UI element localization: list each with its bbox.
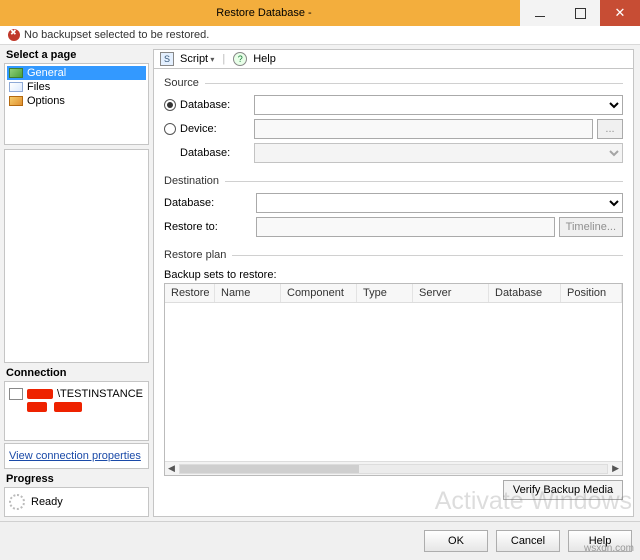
- page-item-label: General: [27, 67, 66, 79]
- source-device-radio[interactable]: [164, 123, 176, 135]
- progress-row: Ready: [4, 487, 149, 517]
- dest-db-label: Database:: [164, 197, 256, 209]
- page-item-files[interactable]: Files: [7, 80, 146, 94]
- col-server[interactable]: Server: [413, 284, 489, 302]
- page-item-options[interactable]: Options: [7, 94, 146, 108]
- cancel-button[interactable]: Cancel: [496, 530, 560, 552]
- source-database-combo[interactable]: [254, 95, 623, 115]
- backup-sets-grid[interactable]: Restore Name Component Type Server Datab…: [164, 283, 623, 476]
- main-area: Select a page General Files Options Conn…: [0, 45, 640, 521]
- warning-text: No backupset selected to be restored.: [24, 29, 209, 41]
- right-column: S Script | ? Help Source Database: Devic…: [153, 45, 640, 521]
- col-name[interactable]: Name: [215, 284, 281, 302]
- restore-to-label: Restore to:: [164, 221, 256, 233]
- help-icon: ?: [233, 52, 247, 66]
- dialog-footer: OK Cancel Help: [0, 521, 640, 560]
- select-page-title: Select a page: [4, 49, 149, 61]
- window-title: Restore Database -: [8, 7, 520, 19]
- script-icon: S: [160, 52, 174, 66]
- scroll-right-icon[interactable]: ▶: [612, 463, 619, 474]
- redacted: [54, 402, 82, 412]
- corner-credit: wsxdn.com: [584, 543, 634, 554]
- window-controls: [520, 0, 640, 26]
- page-list: General Files Options: [4, 63, 149, 145]
- source-group: Source Database: Device: ... Database:: [164, 77, 623, 167]
- page-icon: [9, 82, 23, 92]
- col-type[interactable]: Type: [357, 284, 413, 302]
- connection-box: \TESTINSTANCE: [4, 381, 149, 441]
- verify-backup-media-button[interactable]: Verify Backup Media: [503, 480, 623, 500]
- left-filler: [4, 149, 149, 363]
- col-position[interactable]: Position: [561, 284, 622, 302]
- source-database-label: Database:: [180, 99, 254, 111]
- grid-hscroll[interactable]: ◀ ▶: [165, 461, 622, 475]
- page-icon: [9, 68, 23, 78]
- connection-title: Connection: [4, 367, 149, 379]
- close-button[interactable]: [600, 0, 640, 26]
- browse-device-button[interactable]: ...: [597, 119, 623, 139]
- ok-button[interactable]: OK: [424, 530, 488, 552]
- source-database-radio[interactable]: [164, 99, 176, 111]
- page-item-label: Files: [27, 81, 50, 93]
- scroll-track[interactable]: [179, 464, 608, 474]
- connection-link-box: View connection properties: [4, 443, 149, 469]
- page-item-general[interactable]: General: [7, 66, 146, 80]
- source-db2-combo: [254, 143, 623, 163]
- restore-to-field: [256, 217, 555, 237]
- col-database[interactable]: Database: [489, 284, 561, 302]
- scroll-left-icon[interactable]: ◀: [168, 463, 175, 474]
- page-icon: [9, 96, 23, 106]
- redacted: [27, 389, 53, 399]
- col-component[interactable]: Component: [281, 284, 357, 302]
- timeline-button[interactable]: Timeline...: [559, 217, 623, 237]
- source-device-label: Device:: [180, 123, 254, 135]
- separator: |: [222, 53, 225, 65]
- instance-name: \TESTINSTANCE: [57, 388, 143, 400]
- progress-title: Progress: [4, 473, 149, 485]
- warning-bar: No backupset selected to be restored.: [0, 26, 640, 45]
- destination-group: Destination Database: Restore to: Timeli…: [164, 175, 623, 241]
- grid-header: Restore Name Component Type Server Datab…: [165, 284, 622, 303]
- dest-db-combo[interactable]: [256, 193, 623, 213]
- view-connection-properties-link[interactable]: View connection properties: [9, 450, 141, 462]
- scroll-thumb[interactable]: [180, 465, 359, 473]
- progress-status: Ready: [31, 496, 63, 508]
- grid-body: [165, 303, 622, 461]
- connection-instance: \TESTINSTANCE: [9, 388, 144, 400]
- minimize-button[interactable]: [520, 0, 560, 26]
- help-button[interactable]: Help: [253, 53, 276, 65]
- toolbar: S Script | ? Help: [153, 49, 634, 69]
- col-restore[interactable]: Restore: [165, 284, 215, 302]
- source-legend: Source: [164, 77, 205, 89]
- restore-plan-legend: Restore plan: [164, 249, 232, 261]
- destination-legend: Destination: [164, 175, 225, 187]
- backup-sets-label: Backup sets to restore:: [164, 269, 623, 281]
- left-column: Select a page General Files Options Conn…: [0, 45, 153, 521]
- source-device-field: [254, 119, 593, 139]
- title-bar: Restore Database -: [0, 0, 640, 26]
- maximize-button[interactable]: [560, 0, 600, 26]
- source-db2-label: Database:: [180, 147, 254, 159]
- spinner-icon: [9, 494, 25, 510]
- restore-plan-group: Restore plan Backup sets to restore: Res…: [164, 249, 623, 500]
- content-panel: Source Database: Device: ... Database:: [153, 69, 634, 517]
- page-item-label: Options: [27, 95, 65, 107]
- script-button[interactable]: Script: [180, 53, 214, 65]
- server-icon: [9, 388, 23, 400]
- error-icon: [8, 29, 20, 41]
- redacted: [27, 402, 47, 412]
